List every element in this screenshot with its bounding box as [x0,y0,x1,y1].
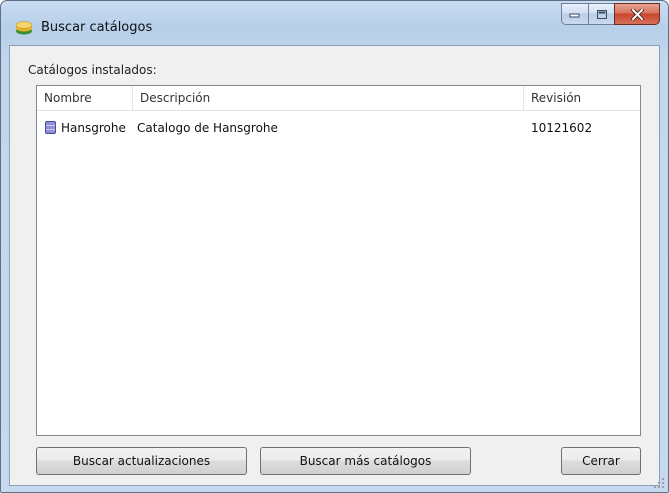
maximize-icon [596,9,607,19]
catalog-revision: 10121602 [531,121,593,135]
catalog-name: Hansgrohe [61,121,126,135]
dialog-window: Buscar catálogos Catálogos instalados: N… [0,0,669,493]
close-icon [630,8,644,20]
title-bar[interactable]: Buscar catálogos [1,1,668,45]
close-button[interactable]: Cerrar [561,447,641,475]
catalog-description: Catalogo de Hansgrohe [137,121,278,135]
resize-grip-icon[interactable] [654,478,665,489]
check-updates-button[interactable]: Buscar actualizaciones [36,447,247,475]
column-header-revision[interactable]: Revisión [524,86,641,111]
installed-catalogs-label: Catálogos instalados: [28,63,157,77]
window-title: Buscar catálogos [41,20,153,35]
database-icon [45,121,56,134]
catalogs-list[interactable]: Nombre Descripción Revisión Hansgrohe Ca… [36,85,641,436]
maximize-button[interactable] [588,3,614,25]
find-more-catalogs-button[interactable]: Buscar más catálogos [260,447,471,475]
list-header: Nombre Descripción Revisión [37,86,640,111]
catalog-app-icon [15,21,33,35]
close-window-button[interactable] [614,3,660,25]
column-header-name[interactable]: Nombre [37,86,133,111]
list-item[interactable]: Hansgrohe Catalogo de Hansgrohe 10121602 [37,118,640,138]
caption-buttons [561,3,660,25]
minimize-icon [569,13,580,18]
catalog-name-cell: Hansgrohe [45,118,126,138]
column-header-description[interactable]: Descripción [133,86,524,111]
minimize-button[interactable] [561,3,588,25]
